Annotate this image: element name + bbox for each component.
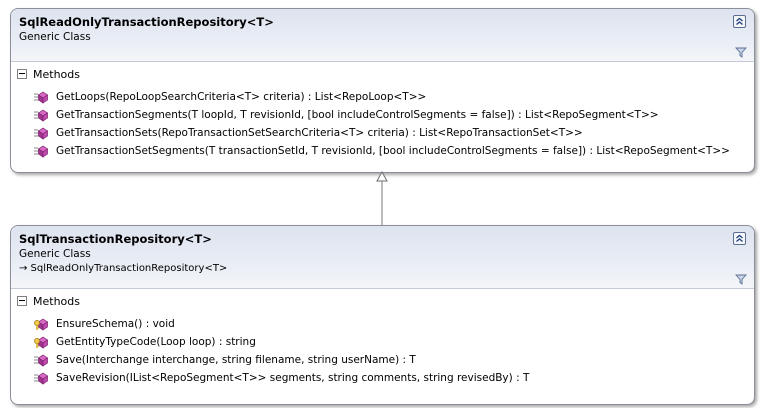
collapse-toggle-icon[interactable] — [17, 296, 27, 306]
filter-icon[interactable] — [734, 274, 748, 285]
method-signature: GetTransactionSets(RepoTransactionSetSea… — [56, 127, 583, 139]
method-signature: GetLoops(RepoLoopSearchCriteria<T> crite… — [56, 91, 427, 103]
public-method-icon — [34, 109, 49, 122]
protected-method-icon — [34, 336, 49, 349]
collapse-chevron-icon[interactable] — [733, 232, 746, 245]
method-signature: EnsureSchema() : void — [56, 318, 175, 330]
class-name: SqlTransactionRepository<T> — [19, 232, 212, 246]
collapse-chevron-icon[interactable] — [733, 15, 746, 28]
public-method-icon — [34, 145, 49, 158]
method-item[interactable]: GetEntityTypeCode(Loop loop) : string — [33, 333, 529, 351]
public-method-icon — [34, 372, 49, 385]
public-method-icon — [34, 127, 49, 140]
inheritance-arrow[interactable] — [372, 171, 392, 227]
methods-list: EnsureSchema() : void GetEntityTypeCode(… — [33, 315, 529, 387]
method-signature: SaveRevision(IList<RepoSegment<T>> segme… — [56, 372, 530, 384]
method-signature: GetEntityTypeCode(Loop loop) : string — [56, 336, 256, 348]
protected-method-icon — [34, 318, 49, 331]
class-shape-sqltransactionrepository[interactable]: SqlTransactionRepository<T> Generic Clas… — [10, 225, 755, 405]
method-item[interactable]: GetTransactionSetSegments(T transactionS… — [33, 142, 730, 160]
base-class-label: → SqlReadOnlyTransactionRepository<T> — [19, 263, 228, 274]
class-shape-sqlreadonlytransactionrepository[interactable]: SqlReadOnlyTransactionRepository<T> Gene… — [10, 8, 755, 173]
methods-section-header[interactable]: Methods — [17, 67, 80, 81]
class-name: SqlReadOnlyTransactionRepository<T> — [19, 15, 274, 29]
method-signature: GetTransactionSetSegments(T transactionS… — [56, 145, 730, 157]
method-item[interactable]: SaveRevision(IList<RepoSegment<T>> segme… — [33, 369, 529, 387]
section-label: Methods — [33, 294, 80, 308]
filter-icon[interactable] — [734, 47, 748, 58]
method-item[interactable]: GetTransactionSegments(T loopId, T revis… — [33, 106, 730, 124]
public-method-icon — [34, 91, 49, 104]
methods-list: GetLoops(RepoLoopSearchCriteria<T> crite… — [33, 88, 730, 160]
method-item[interactable]: Save(Interchange interchange, string fil… — [33, 351, 529, 369]
methods-section-header[interactable]: Methods — [17, 294, 80, 308]
class-kind: Generic Class — [19, 248, 91, 260]
section-label: Methods — [33, 67, 80, 81]
method-item[interactable]: EnsureSchema() : void — [33, 315, 529, 333]
public-method-icon — [34, 354, 49, 367]
method-signature: GetTransactionSegments(T loopId, T revis… — [56, 109, 659, 121]
method-item[interactable]: GetTransactionSets(RepoTransactionSetSea… — [33, 124, 730, 142]
class-header[interactable]: SqlReadOnlyTransactionRepository<T> Gene… — [11, 9, 754, 62]
class-header[interactable]: SqlTransactionRepository<T> Generic Clas… — [11, 226, 754, 289]
collapse-toggle-icon[interactable] — [17, 69, 27, 79]
method-signature: Save(Interchange interchange, string fil… — [56, 354, 416, 366]
class-kind: Generic Class — [19, 31, 91, 43]
method-item[interactable]: GetLoops(RepoLoopSearchCriteria<T> crite… — [33, 88, 730, 106]
